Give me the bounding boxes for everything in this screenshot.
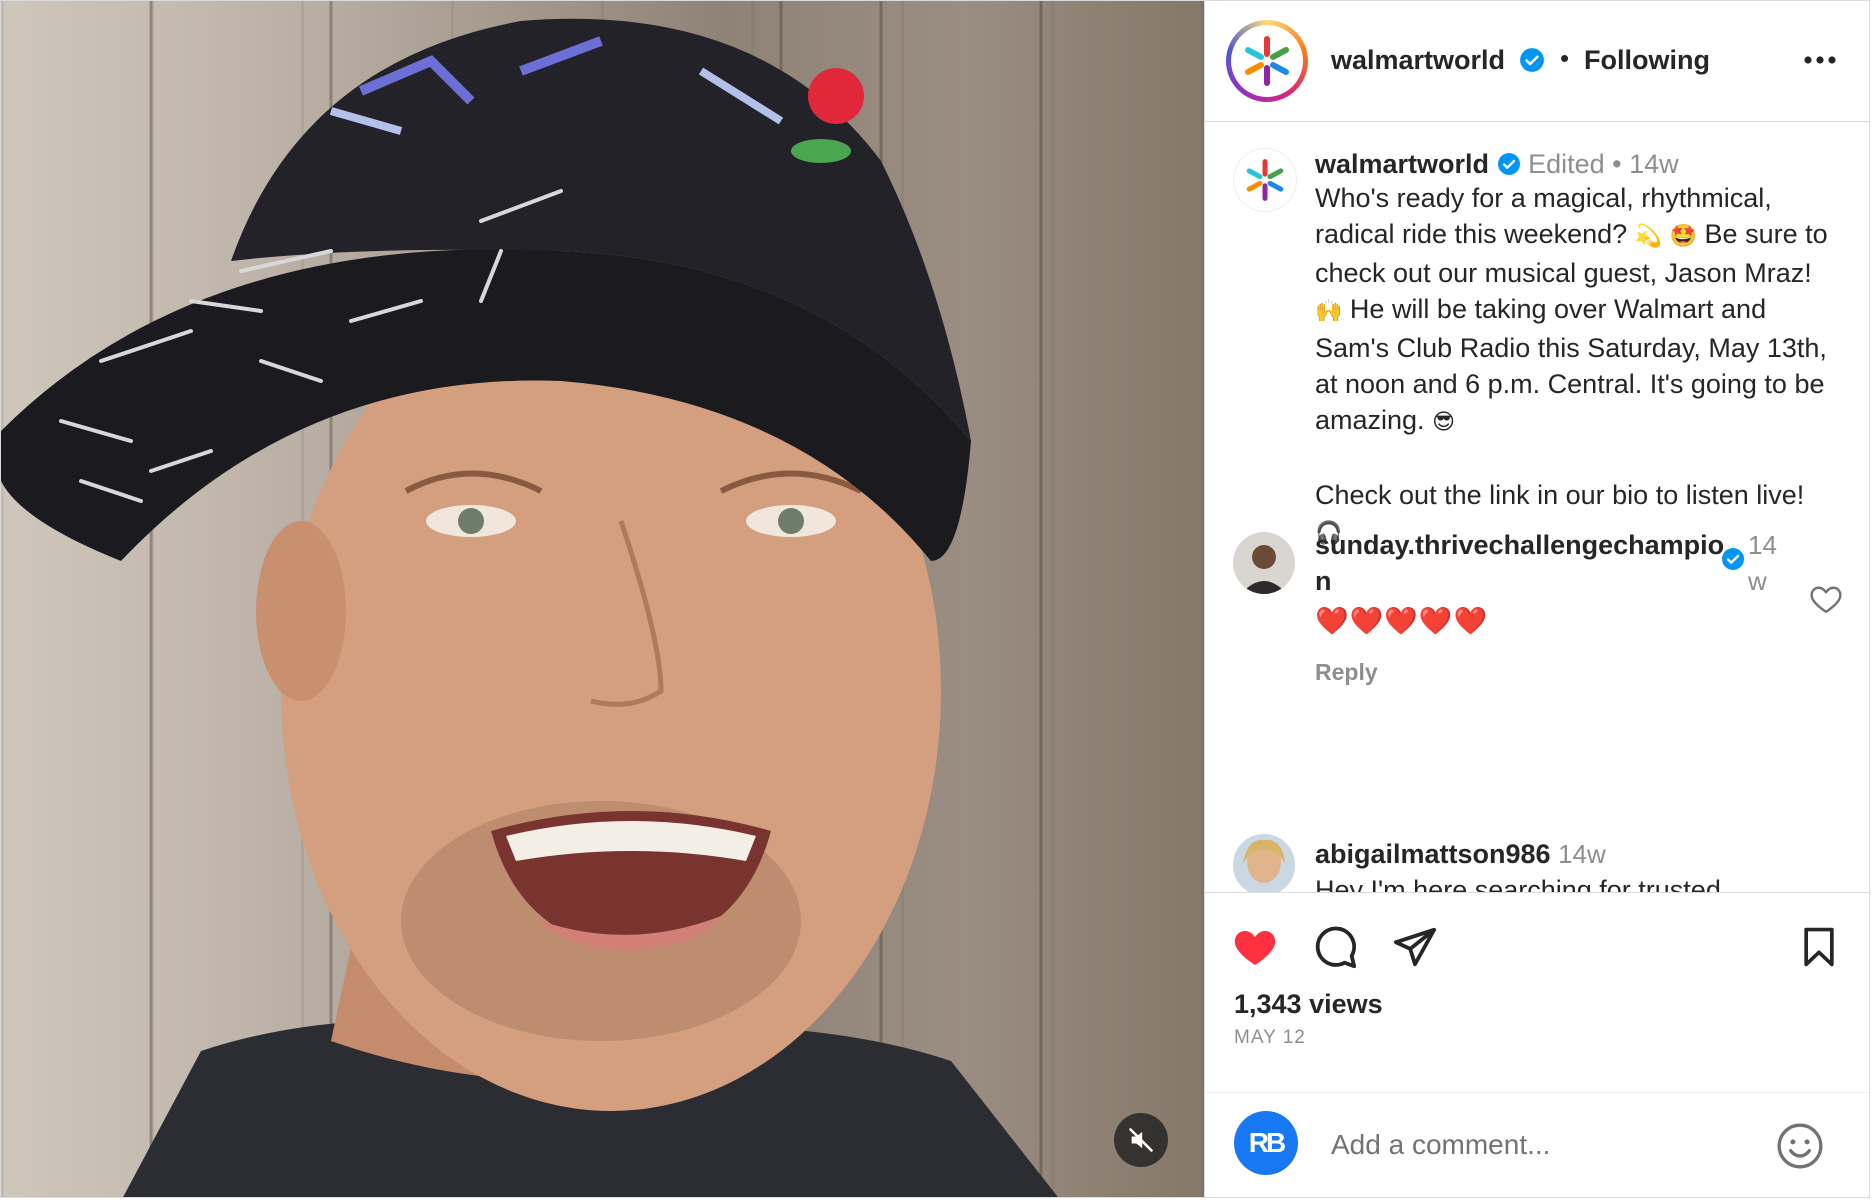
caption-avatar[interactable]: [1233, 148, 1297, 212]
caption-line: Check out the link in our bio to listen …: [1315, 480, 1805, 510]
verified-badge-icon: [1722, 548, 1744, 570]
video-frame: [1, 1, 1058, 1197]
video-player[interactable]: [1, 1, 1204, 1197]
mute-button[interactable]: [1114, 1113, 1168, 1167]
caption-username[interactable]: walmartworld: [1315, 149, 1489, 179]
save-button[interactable]: [1793, 921, 1845, 973]
comments-scroll-area[interactable]: walmartworld Edited • 14w Who's ready fo…: [1205, 122, 1869, 892]
comment-input[interactable]: [1329, 1121, 1753, 1169]
post-actions: 1,343 views MAY 12: [1205, 892, 1869, 1092]
sunglasses-emoji: 😎: [1432, 410, 1456, 435]
paper-plane-icon: [1393, 927, 1437, 967]
verified-badge-icon: [1497, 153, 1520, 175]
caption-header: walmartworld Edited • 14w: [1315, 149, 1679, 180]
verified-badge-icon: [1520, 48, 1544, 72]
comment-time[interactable]: 14w: [1748, 527, 1788, 599]
post-side-panel: walmartworld • Following walmartworld Ed…: [1204, 1, 1869, 1197]
walmart-spark-logo: [1245, 36, 1289, 86]
caption-paragraph: Who's ready for a magical, rhythmical, r…: [1315, 180, 1835, 441]
like-button[interactable]: [1229, 921, 1281, 973]
heart-outline-icon[interactable]: [1808, 581, 1844, 617]
caption-separator: •: [1612, 149, 1622, 179]
comment-bubble-icon: [1315, 926, 1357, 969]
caption-time[interactable]: 14w: [1629, 149, 1679, 179]
views-count[interactable]: 1,343 views: [1234, 989, 1383, 1020]
person-photo: [1233, 834, 1295, 892]
user-avatar[interactable]: RB: [1234, 1111, 1298, 1175]
post-modal: walmartworld • Following walmartworld Ed…: [0, 0, 1870, 1198]
commenter-username[interactable]: abigailmattson986: [1315, 839, 1551, 869]
more-horizontal-icon[interactable]: [1800, 40, 1840, 80]
comment-text: ❤️❤️❤️❤️❤️: [1315, 606, 1489, 636]
volume-muted-icon: [1129, 1128, 1153, 1152]
share-button[interactable]: [1389, 921, 1441, 973]
post-date[interactable]: MAY 12: [1234, 1027, 1306, 1049]
heart-filled-icon: [1234, 931, 1276, 965]
star-eyes-emoji: 🤩: [1669, 224, 1698, 249]
caption-line: He will be taking over Walmart and Sam's…: [1315, 294, 1827, 435]
caption-text: Who's ready for a magical, rhythmical, r…: [1315, 180, 1835, 552]
bookmark-icon: [1804, 927, 1834, 967]
comment-time[interactable]: 14w: [1558, 839, 1606, 869]
post-username[interactable]: walmartworld: [1331, 45, 1505, 76]
person-photo: [1233, 532, 1295, 594]
comment-button[interactable]: [1309, 921, 1361, 973]
header-separator: •: [1560, 43, 1570, 73]
emoji-picker-icon[interactable]: [1775, 1121, 1825, 1171]
following-button[interactable]: Following: [1584, 45, 1710, 76]
walmart-spark-logo: [1246, 159, 1284, 201]
add-comment-bar: RB: [1205, 1092, 1869, 1197]
story-avatar[interactable]: [1226, 20, 1308, 102]
caption-line: Who's ready for a magical, rhythmical, r…: [1315, 183, 1772, 249]
commenter-username[interactable]: sunday.thrivechallengechampion: [1315, 527, 1725, 599]
commenter-avatar[interactable]: [1233, 532, 1295, 594]
commenter-avatar[interactable]: [1233, 834, 1295, 892]
comment-header: abigailmattson986 14w: [1315, 836, 1606, 872]
comment-text: Hey I'm here searching for trusted: [1315, 875, 1721, 892]
reply-button[interactable]: Reply: [1315, 659, 1378, 686]
post-header: walmartworld • Following: [1205, 1, 1869, 122]
edited-label: Edited: [1528, 149, 1605, 179]
raising-hands-emoji: 🙌: [1315, 299, 1343, 324]
dizzy-emoji: 💫: [1634, 224, 1663, 249]
